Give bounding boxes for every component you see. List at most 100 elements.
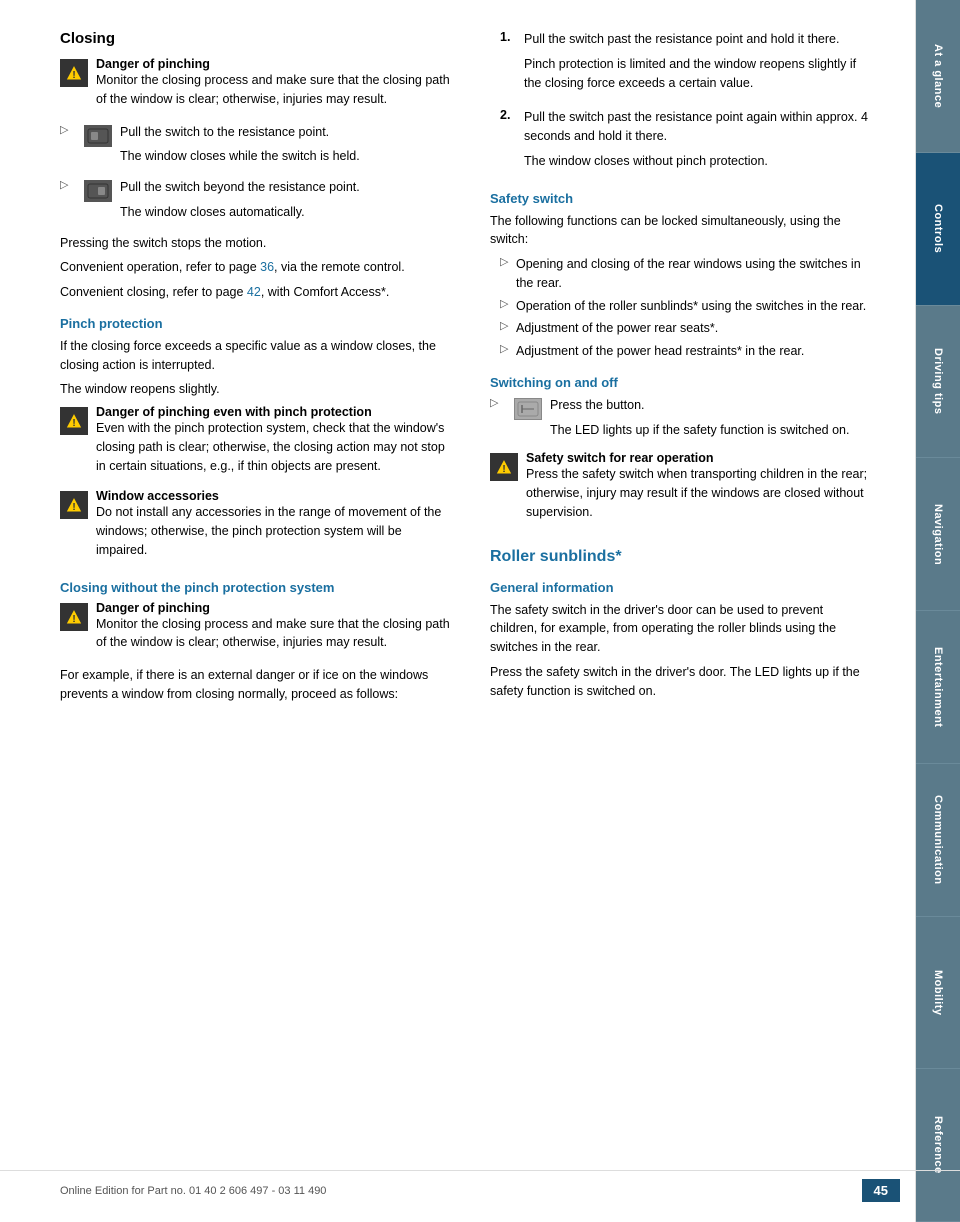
warning-icon-4: ! [60, 603, 88, 631]
action-item-1: ▷ Pull the switch to the resistance poin… [60, 123, 450, 173]
num-1: 1. [500, 30, 516, 44]
action-text-1: Pull the switch to the resistance point.… [120, 123, 450, 173]
conv-cl-link: 42 [247, 285, 261, 299]
num-item-2-detail: The window closes without pinch protecti… [524, 152, 870, 171]
bullet-row-1: ▷ Opening and closing of the rear window… [490, 255, 870, 293]
warning-text-4: Danger of pinching Monitor the closing p… [96, 601, 450, 659]
page-footer: Online Edition for Part no. 01 40 2 606 … [0, 1170, 960, 1202]
switching-title: Switching on and off [490, 375, 870, 390]
sidebar-item-entertainment[interactable]: Entertainment [916, 611, 960, 764]
warning-title-4: Danger of pinching [96, 601, 450, 615]
general-p2: Press the safety switch in the driver's … [490, 663, 870, 701]
warning-title-2: Danger of pinching even with pinch prote… [96, 405, 450, 419]
warning-title-3: Window accessories [96, 489, 450, 503]
right-column: 1. Pull the switch past the resistance p… [480, 30, 870, 1182]
safety-p1: The following functions can be locked si… [490, 212, 870, 250]
closing-example-text: For example, if there is an external dan… [60, 666, 450, 704]
num-2: 2. [500, 108, 516, 122]
arrow-2: ▷ [60, 178, 72, 191]
bullet-text-1: Opening and closing of the rear windows … [516, 255, 870, 293]
warning-box-2: ! Danger of pinching even with pinch pro… [60, 405, 450, 481]
action-main-1: Pull the switch to the resistance point. [120, 123, 450, 142]
numbered-item-2: 2. Pull the switch past the resistance p… [500, 108, 870, 176]
bullet-row-3: ▷ Adjustment of the power rear seats*. [490, 319, 870, 338]
conv-op-link: 36 [260, 260, 274, 274]
switch-action-text: Press the button. The LED lights up if t… [550, 396, 870, 446]
pinch-title: Pinch protection [60, 316, 450, 331]
conv-cl-suffix: , with Comfort Access*. [261, 285, 390, 299]
sidebar-item-communication[interactable]: Communication [916, 764, 960, 917]
closing-nopinch-title: Closing without the pinch protection sys… [60, 580, 450, 595]
sidebar: At a glance Controls Driving tips Naviga… [915, 0, 960, 1222]
main-content: Closing ! Danger of pinching Monitor the… [0, 0, 915, 1222]
warning-box-1: ! Danger of pinching Monitor the closing… [60, 57, 450, 115]
switch-icon-1 [84, 125, 112, 147]
num-item-2-text: Pull the switch past the resistance poin… [524, 108, 870, 146]
pinch-p1: If the closing force exceeds a specific … [60, 337, 450, 375]
warning-text-3: Window accessories Do not install any ac… [96, 489, 450, 565]
bullet-arrow-4: ▷ [500, 342, 512, 355]
svg-text:!: ! [72, 614, 75, 625]
bullet-row-4: ▷ Adjustment of the power head restraint… [490, 342, 870, 361]
action-sub-1: The window closes while the switch is he… [120, 147, 450, 166]
safety-title: Safety switch [490, 191, 870, 206]
sidebar-item-navigation[interactable]: Navigation [916, 458, 960, 611]
num-item-2-content: Pull the switch past the resistance poin… [524, 108, 870, 176]
numbered-item-1: 1. Pull the switch past the resistance p… [500, 30, 870, 98]
action-sub-2: The window closes automatically. [120, 203, 450, 222]
roller-title: Roller sunblinds* [490, 548, 870, 566]
switch-icon-2 [84, 180, 112, 202]
sidebar-item-at-a-glance[interactable]: At a glance [916, 0, 960, 153]
warning-body-3: Do not install any accessories in the ra… [96, 503, 450, 559]
warning-body-1: Monitor the closing process and make sur… [96, 71, 450, 109]
bullet-row-2: ▷ Operation of the roller sunblinds* usi… [490, 297, 870, 316]
bullet-arrow-2: ▷ [500, 297, 512, 310]
warning-icon-2: ! [60, 407, 88, 435]
convenient-close-text: Convenient closing, refer to page 42, wi… [60, 283, 450, 302]
bullet-arrow-3: ▷ [500, 319, 512, 332]
warning-box-5: ! Safety switch for rear operation Press… [490, 451, 870, 527]
action-text-2: Pull the switch beyond the resistance po… [120, 178, 450, 228]
num-item-1-detail: Pinch protection is limited and the wind… [524, 55, 870, 93]
switch-arrow: ▷ [490, 396, 502, 409]
bullet-text-3: Adjustment of the power rear seats*. [516, 319, 718, 338]
conv-op-suffix: , via the remote control. [274, 260, 405, 274]
svg-text:!: ! [502, 464, 505, 475]
num-item-1-content: Pull the switch past the resistance poin… [524, 30, 870, 98]
pinch-p2: The window reopens slightly. [60, 380, 450, 399]
svg-text:!: ! [72, 418, 75, 429]
bullet-arrow-1: ▷ [500, 255, 512, 268]
left-column: Closing ! Danger of pinching Monitor the… [60, 30, 450, 1182]
conv-op-prefix: Convenient operation, refer to page [60, 260, 260, 274]
bullet-text-4: Adjustment of the power head restraints*… [516, 342, 804, 361]
warning-text-1: Danger of pinching Monitor the closing p… [96, 57, 450, 115]
press-icon [514, 398, 542, 420]
warning-text-5: Safety switch for rear operation Press t… [526, 451, 870, 527]
page-number: 45 [862, 1179, 900, 1202]
conv-cl-prefix: Convenient closing, refer to page [60, 285, 247, 299]
closing-title: Closing [60, 30, 450, 47]
warning-title-1: Danger of pinching [96, 57, 450, 71]
warning-icon-5: ! [490, 453, 518, 481]
svg-text:!: ! [72, 70, 75, 81]
warning-body-4: Monitor the closing process and make sur… [96, 615, 450, 653]
warning-icon-1: ! [60, 59, 88, 87]
footer-text: Online Edition for Part no. 01 40 2 606 … [60, 1185, 326, 1197]
sidebar-item-mobility[interactable]: Mobility [916, 917, 960, 1070]
arrow-1: ▷ [60, 123, 72, 136]
general-info-title: General information [490, 580, 870, 595]
num-item-1-text: Pull the switch past the resistance poin… [524, 30, 870, 49]
warning-icon-3: ! [60, 491, 88, 519]
sidebar-item-controls[interactable]: Controls [916, 153, 960, 306]
warning-body-2: Even with the pinch protection system, c… [96, 419, 450, 475]
convenient-op-text: Convenient operation, refer to page 36, … [60, 258, 450, 277]
safety-bullets-list: ▷ Opening and closing of the rear window… [490, 255, 870, 361]
sidebar-item-driving-tips[interactable]: Driving tips [916, 306, 960, 459]
svg-text:!: ! [72, 502, 75, 513]
action-main-2: Pull the switch beyond the resistance po… [120, 178, 450, 197]
warning-box-3: ! Window accessories Do not install any … [60, 489, 450, 565]
warning-text-2: Danger of pinching even with pinch prote… [96, 405, 450, 481]
numbered-list: 1. Pull the switch past the resistance p… [490, 30, 870, 177]
action-item-2: ▷ Pull the switch beyond the resistance … [60, 178, 450, 228]
stop-motion-text: Pressing the switch stops the motion. [60, 234, 450, 253]
